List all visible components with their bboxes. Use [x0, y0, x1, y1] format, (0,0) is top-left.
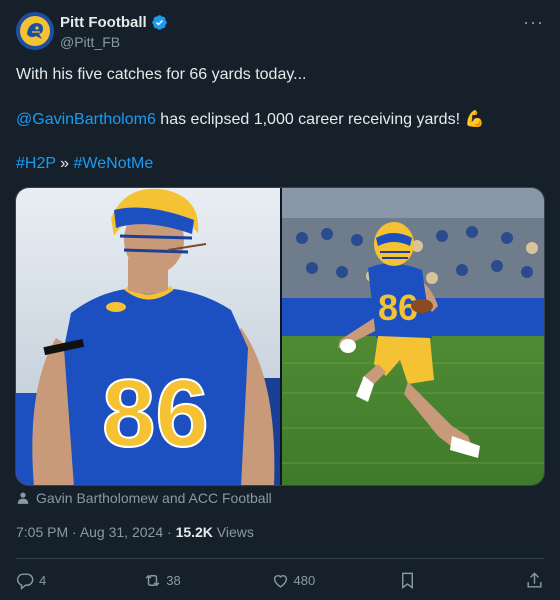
tweet-text-line-2-rest: has eclipsed 1,000 career receiving yard…	[155, 111, 465, 128]
meta-separator-1: ·	[68, 524, 80, 540]
divider	[16, 558, 544, 559]
photo-running-player[interactable]: 86	[282, 188, 544, 485]
tweet-date[interactable]: Aug 31, 2024	[80, 524, 163, 540]
tagged-users[interactable]: Gavin Bartholomew and ACC Football	[16, 490, 272, 506]
meta-separator-2: ·	[163, 524, 176, 540]
handle[interactable]: @Pitt_FB	[60, 34, 168, 50]
closeup-jersey-number: 86	[102, 360, 209, 467]
repost-icon	[145, 574, 160, 586]
display-name[interactable]: Pitt Football	[60, 14, 147, 31]
mention-link[interactable]: @GavinBartholom6	[16, 111, 156, 128]
tagged-users-text: Gavin Bartholomew and ACC Football	[36, 490, 272, 506]
verified-badge-icon	[151, 15, 167, 30]
repost-count: 38	[166, 572, 181, 588]
photo-running-illustration: 86	[282, 188, 544, 485]
like-count: 480	[293, 572, 316, 588]
bookmark-icon	[401, 572, 413, 589]
reply-icon	[16, 572, 34, 590]
repost-button[interactable]: 38	[143, 571, 253, 590]
hashtag-h2p[interactable]: #H2P	[16, 155, 56, 172]
share-button[interactable]	[525, 571, 544, 590]
hashtag-separator: »	[55, 155, 74, 172]
photo-closeup-player[interactable]: 47 86	[16, 188, 280, 485]
tweet-metadata: 7:05 PM · Aug 31, 2024 · 15.2K Views	[16, 524, 254, 540]
media-grid: 47 86	[15, 187, 545, 486]
more-options-icon[interactable]: ···	[523, 13, 544, 31]
pitt-panther-logo-icon	[16, 12, 54, 50]
tweet-header: Pitt Football @Pitt_FB ···	[16, 12, 544, 52]
person-icon	[17, 492, 29, 504]
action-bar: 4 38 480	[16, 568, 544, 592]
photo-closeup-illustration: 47 86	[16, 188, 280, 485]
share-icon	[527, 571, 542, 588]
author-block: Pitt Football @Pitt_FB	[60, 14, 168, 50]
hashtag-wenotme[interactable]: #WeNotMe	[74, 155, 154, 172]
reply-button[interactable]: 4	[16, 571, 126, 590]
heart-icon	[273, 574, 287, 588]
avatar[interactable]	[16, 12, 54, 50]
tweet-hashtags: #H2P » #WeNotMe	[16, 154, 544, 174]
like-button[interactable]: 480	[271, 571, 381, 590]
bookmark-button[interactable]	[398, 571, 508, 590]
tweet-text-line-2: @GavinBartholom6 has eclipsed 1,000 care…	[16, 110, 544, 130]
views-count[interactable]: 15.2K	[176, 524, 213, 540]
tweet-time[interactable]: 7:05 PM	[16, 524, 68, 540]
flexed-biceps-emoji: 💪	[464, 111, 485, 128]
reply-count: 4	[39, 572, 47, 588]
views-label: Views	[212, 524, 254, 540]
tweet-text-line-1: With his five catches for 66 yards today…	[16, 66, 307, 83]
